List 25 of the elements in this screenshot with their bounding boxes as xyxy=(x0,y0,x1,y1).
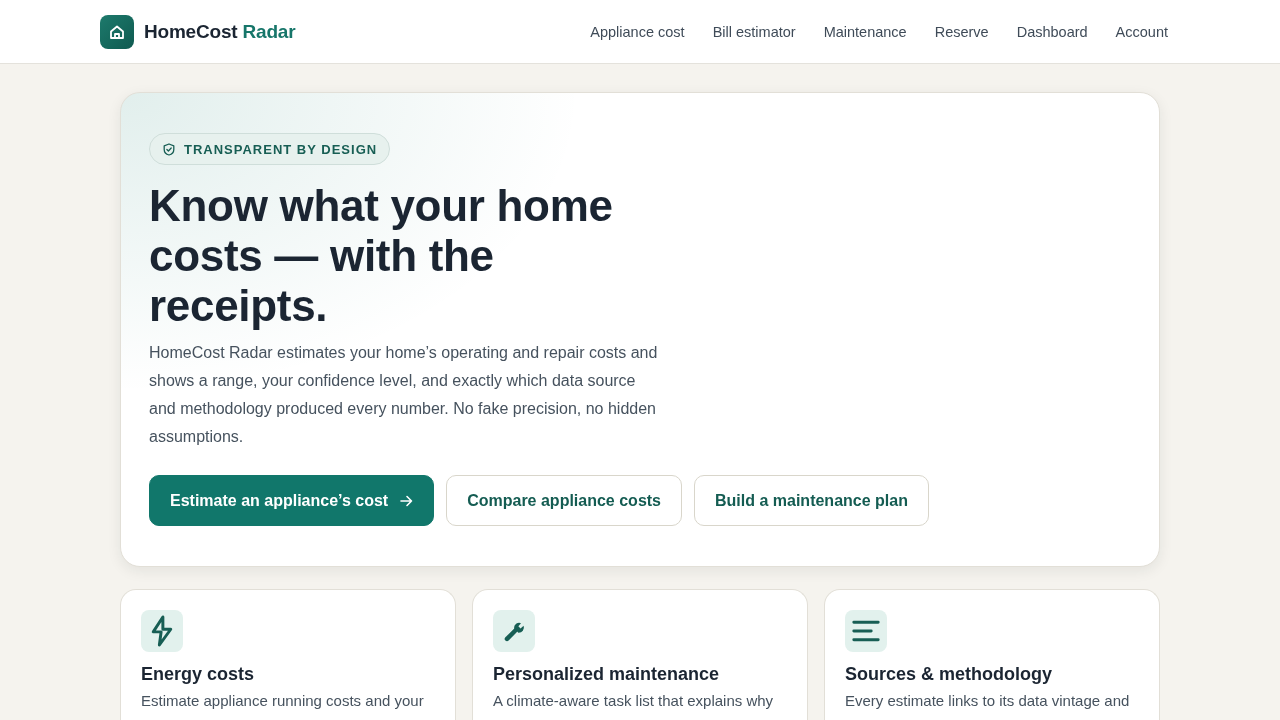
nav-link[interactable]: Bill estimator xyxy=(700,17,808,46)
nav-link[interactable]: Maintenance xyxy=(811,17,919,46)
hero-heading: Know what your home costs — with the receipts. xyxy=(149,181,614,331)
nav-link[interactable]: Appliance cost xyxy=(578,17,697,46)
feature-description: Estimate appliance running costs and your xyxy=(141,691,425,711)
primary-button[interactable]: Estimate an appliance’s cost xyxy=(149,475,435,526)
feature-description: Every estimate links to its data vintage and xyxy=(845,691,1131,711)
shield-check-icon xyxy=(163,142,175,156)
house-icon xyxy=(100,14,134,49)
badge-label: TRANSPARENT BY DESIGN xyxy=(184,141,378,157)
bolt-icon xyxy=(141,610,183,652)
feature-title: Personalized maintenance xyxy=(493,663,721,686)
nav-link[interactable]: Reserve xyxy=(922,17,1001,46)
feature-description: A climate-aware task list that explains why xyxy=(493,691,775,711)
feature-title: Energy costs xyxy=(141,663,256,686)
wrench-icon xyxy=(493,610,535,652)
secondary-button[interactable]: Compare appliance costs xyxy=(446,475,682,526)
nav-link[interactable]: Account xyxy=(1103,17,1180,46)
brand-name: HomeCost Radar xyxy=(144,20,296,43)
feature-title: Sources & methodology xyxy=(845,663,1054,686)
secondary-button[interactable]: Build a maintenance plan xyxy=(694,475,929,526)
hero-description: HomeCost Radar estimates your home’s operating and repair costs and shows a range, your confidence level, and exactly which data source and methodology produced every number. No fake precision, no hidden assumptions. xyxy=(149,343,659,447)
nav-link[interactable]: Dashboard xyxy=(1004,17,1100,46)
arrow-right-icon xyxy=(400,494,414,507)
text-lines-icon xyxy=(845,610,887,652)
